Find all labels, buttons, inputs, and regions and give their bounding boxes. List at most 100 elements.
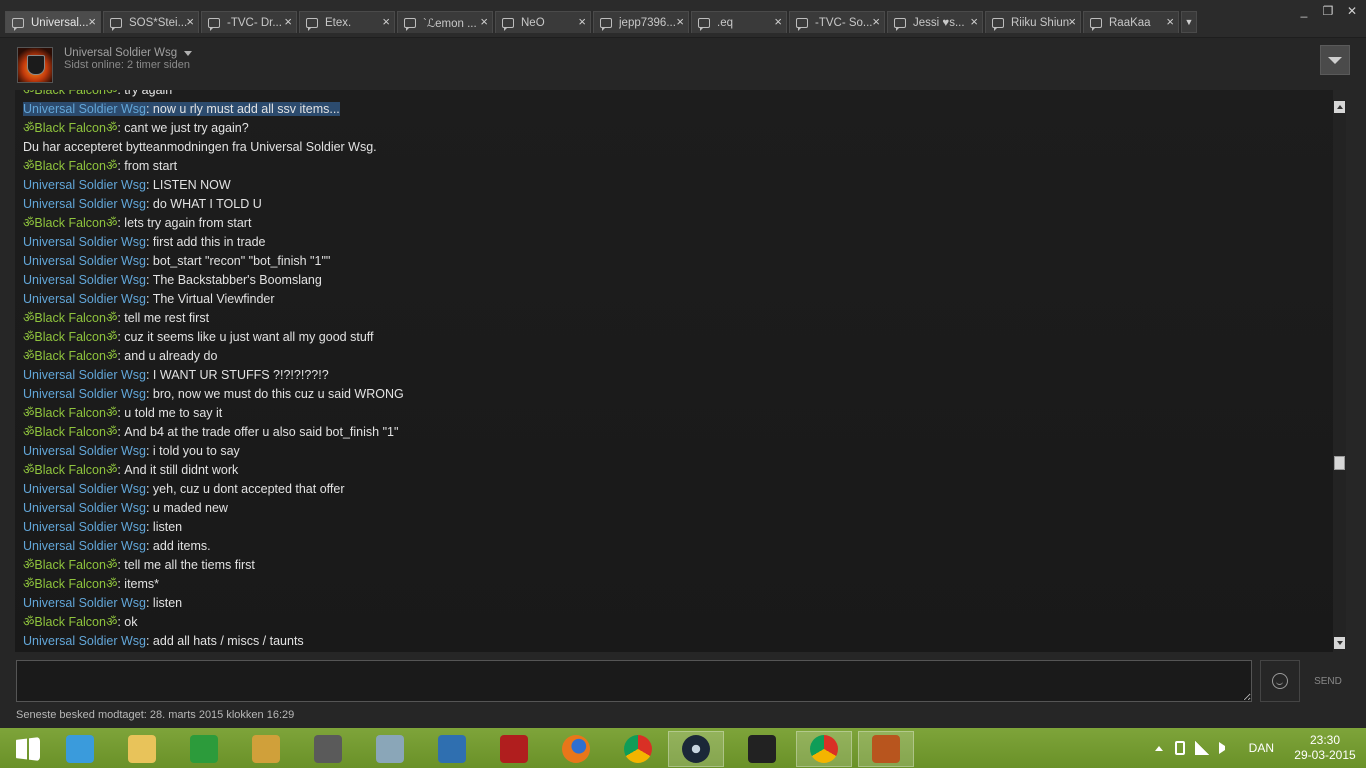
tab-overflow-button[interactable]: ▼ — [1181, 11, 1197, 33]
firefox-button[interactable] — [548, 731, 604, 767]
message-sender[interactable]: ॐBlack Falconॐ — [23, 349, 117, 363]
tab-close-button[interactable]: × — [872, 15, 880, 29]
volume-icon[interactable] — [1218, 742, 1231, 754]
clock[interactable]: 23:30 29-03-2015 — [1290, 733, 1360, 763]
language-indicator[interactable]: DAN — [1249, 741, 1274, 755]
message-sender[interactable]: ॐBlack Falconॐ — [23, 406, 117, 420]
minimize-button[interactable]: _ — [1296, 4, 1312, 18]
windows-store-button[interactable] — [176, 731, 232, 767]
message-sender[interactable]: Universal Soldier Wsg — [23, 178, 146, 192]
message-sender[interactable]: Universal Soldier Wsg — [23, 482, 146, 496]
message-text: : try again — [117, 90, 173, 97]
message-sender[interactable]: Universal Soldier Wsg — [23, 634, 146, 648]
message-sender[interactable]: Universal Soldier Wsg — [23, 444, 146, 458]
chrome-2-button[interactable] — [796, 731, 852, 767]
tab-6[interactable]: jepp7396... × — [593, 11, 689, 33]
message-sender[interactable]: Universal Soldier Wsg — [23, 520, 146, 534]
store-icon — [190, 735, 218, 763]
chat-message: ॐBlack Falconॐ: try again — [23, 90, 1313, 100]
tab-close-button[interactable]: × — [578, 15, 586, 29]
window-controls: _ ❐ ✕ — [1296, 4, 1360, 18]
tab-9[interactable]: Jessi ♥s... × — [887, 11, 983, 33]
message-sender[interactable]: Universal Soldier Wsg — [23, 273, 146, 287]
message-sender[interactable]: ॐBlack Falconॐ — [23, 159, 117, 173]
tab-close-button[interactable]: × — [186, 15, 194, 29]
tab-close-button[interactable]: × — [88, 15, 96, 29]
message-sender[interactable]: Universal Soldier Wsg — [23, 102, 146, 116]
message-sender[interactable]: ॐBlack Falconॐ — [23, 425, 117, 439]
steam-button[interactable] — [668, 731, 724, 767]
message-sender[interactable]: Universal Soldier Wsg — [23, 292, 146, 306]
message-sender[interactable]: ॐBlack Falconॐ — [23, 121, 117, 135]
chat-scrollbar[interactable] — [1333, 100, 1346, 650]
message-sender[interactable]: ॐBlack Falconॐ — [23, 330, 117, 344]
message-sender[interactable]: Universal Soldier Wsg — [23, 539, 146, 553]
chat-input[interactable] — [16, 660, 1252, 702]
chrome-button[interactable] — [610, 731, 666, 767]
scroll-down-button[interactable] — [1334, 637, 1345, 649]
message-sender[interactable]: Universal Soldier Wsg — [23, 596, 146, 610]
tab-close-button[interactable]: × — [382, 15, 390, 29]
message-sender[interactable]: ॐBlack Falconॐ — [23, 615, 117, 629]
message-sender[interactable]: ॐBlack Falconॐ — [23, 311, 117, 325]
chat-message: ॐBlack Falconॐ: from start — [23, 157, 1313, 176]
chat-options-button[interactable] — [1320, 45, 1350, 75]
tab-2[interactable]: -TVC- Dr... × — [201, 11, 297, 33]
tab-close-button[interactable]: × — [1068, 15, 1076, 29]
terminal-icon — [748, 735, 776, 763]
power-app-button[interactable] — [486, 731, 542, 767]
emoticon-button[interactable] — [1260, 660, 1300, 702]
tab-close-button[interactable]: × — [774, 15, 782, 29]
message-sender[interactable]: ॐBlack Falconॐ — [23, 90, 117, 97]
usb-device-icon[interactable] — [1174, 741, 1185, 755]
message-sender[interactable]: Universal Soldier Wsg — [23, 254, 146, 268]
friend-name-dropdown[interactable]: Universal Soldier Wsg — [64, 47, 193, 59]
message-sender[interactable]: Universal Soldier Wsg — [23, 501, 146, 515]
speaker-app-button[interactable] — [300, 731, 356, 767]
tab-close-button[interactable]: × — [480, 15, 488, 29]
message-sender[interactable]: Universal Soldier Wsg — [23, 368, 146, 382]
message-sender[interactable]: Universal Soldier Wsg — [23, 197, 146, 211]
restore-button[interactable]: ❐ — [1320, 4, 1336, 18]
message-sender[interactable]: ॐBlack Falconॐ — [23, 558, 117, 572]
chat-message: ॐBlack Falconॐ: lets try again from star… — [23, 214, 1313, 233]
tab-11[interactable]: RaaKaa × — [1083, 11, 1179, 33]
app-gold-button[interactable] — [238, 731, 294, 767]
message-sender[interactable]: ॐBlack Falconॐ — [23, 216, 117, 230]
tab-7[interactable]: .eq × — [691, 11, 787, 33]
avatar[interactable] — [17, 47, 53, 83]
message-sender[interactable]: ॐBlack Falconॐ — [23, 577, 117, 591]
scroll-thumb[interactable] — [1334, 456, 1345, 470]
system-tray: DAN 23:30 29-03-2015 — [1154, 728, 1366, 768]
show-hidden-icons-button[interactable] — [1154, 745, 1163, 751]
close-window-button[interactable]: ✕ — [1344, 4, 1360, 18]
tab-0[interactable]: Universal... × — [5, 11, 101, 33]
message-sender[interactable]: Universal Soldier Wsg — [23, 235, 146, 249]
send-button[interactable]: SEND — [1306, 660, 1350, 702]
message-text: : u told me to say it — [117, 406, 223, 420]
tab-8[interactable]: -TVC- So... × — [789, 11, 885, 33]
tab-5[interactable]: NeO × — [495, 11, 591, 33]
start-button-button[interactable] — [0, 731, 56, 767]
doc-app-button[interactable] — [362, 731, 418, 767]
chat-bubble-icon — [1090, 17, 1102, 31]
team-fortress-2-button[interactable] — [858, 731, 914, 767]
message-sender[interactable]: Universal Soldier Wsg — [23, 387, 146, 401]
tab-3[interactable]: Etex. × — [299, 11, 395, 33]
internet-explorer-button[interactable] — [52, 731, 108, 767]
scroll-up-button[interactable] — [1334, 101, 1345, 113]
command-prompt-button[interactable] — [734, 731, 790, 767]
tab-close-button[interactable]: × — [676, 15, 684, 29]
tab-close-button[interactable]: × — [1166, 15, 1174, 29]
tab-close-button[interactable]: × — [970, 15, 978, 29]
chat-bubble-icon — [502, 17, 514, 31]
settings-app-button[interactable] — [424, 731, 480, 767]
message-sender[interactable]: ॐBlack Falconॐ — [23, 463, 117, 477]
file-explorer-button[interactable] — [114, 731, 170, 767]
tab-4[interactable]: `ℒemon ... × — [397, 11, 493, 33]
chat-log[interactable]: ॐBlack Falconॐ: try again Universal Soldi… — [15, 90, 1333, 652]
tab-10[interactable]: Riiku Shiun × — [985, 11, 1081, 33]
tab-1[interactable]: SOS*Stei... × — [103, 11, 199, 33]
tab-close-button[interactable]: × — [284, 15, 292, 29]
signal-strength-icon[interactable] — [1194, 741, 1209, 755]
